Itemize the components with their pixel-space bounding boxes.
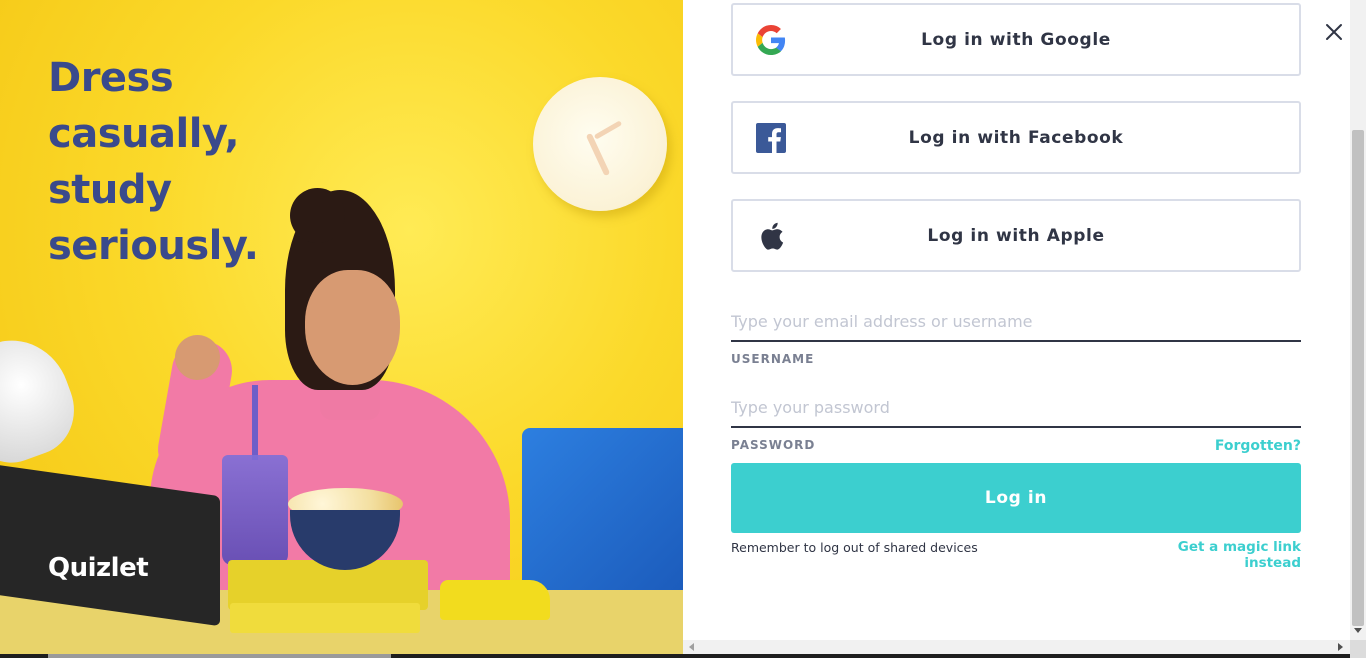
facebook-login-button[interactable]: Log in with Facebook [731,101,1301,174]
apple-login-label: Log in with Apple [927,225,1105,246]
username-label: USERNAME [731,352,815,366]
scroll-left-arrow-icon[interactable] [689,643,694,651]
forgot-password-link[interactable]: Forgotten? [1200,438,1301,454]
password-input[interactable] [731,388,1301,428]
google-login-label: Log in with Google [921,29,1111,50]
facebook-login-label: Log in with Facebook [908,127,1124,148]
horizontal-scrollbar[interactable] [683,640,1350,654]
close-icon [1326,24,1342,40]
hero-panel: Dress casually, study seriously. Quizlet [0,0,683,658]
lamp-illustration [0,324,88,476]
scroll-down-arrow-icon[interactable] [1354,628,1362,633]
cup-illustration [222,455,288,565]
scroll-right-arrow-icon[interactable] [1338,643,1343,651]
quizlet-logo: Quizlet [48,553,149,583]
login-button[interactable]: Log in [731,463,1301,533]
close-button[interactable] [1322,20,1346,44]
bottom-scroll-thumb[interactable] [48,654,391,658]
magic-link[interactable]: Get a magic link instead [1120,539,1301,571]
stapler-illustration [440,580,550,620]
wall-clock-illustration [533,77,667,211]
google-icon [755,24,787,56]
facebook-icon [755,122,787,154]
vertical-scrollbar-thumb[interactable] [1352,130,1364,626]
apple-icon [755,220,787,252]
google-login-button[interactable]: Log in with Google [731,3,1301,76]
apple-login-button[interactable]: Log in with Apple [731,199,1301,272]
scrollbar-corner [1350,640,1366,658]
password-label: PASSWORD [731,438,816,452]
remember-logout-note: Remember to log out of shared devices [731,540,978,555]
hero-headline: Dress casually, study seriously. [48,55,259,269]
username-input[interactable] [731,302,1301,342]
